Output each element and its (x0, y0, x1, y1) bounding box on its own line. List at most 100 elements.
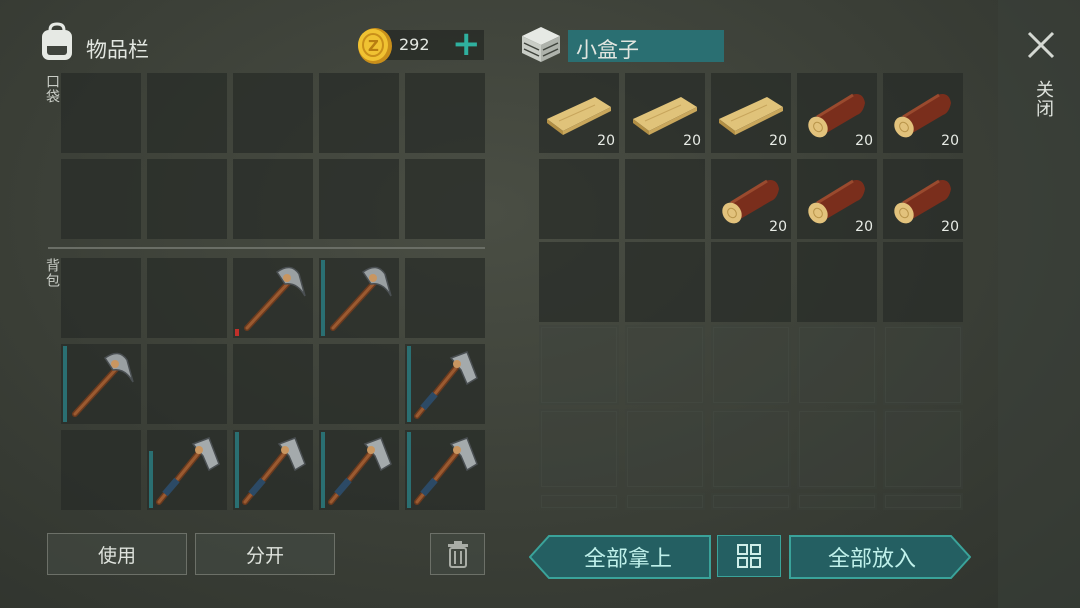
stack-count: 20 (855, 133, 873, 149)
take-all-button[interactable]: 全部拿上 (545, 535, 711, 579)
box-slot[interactable]: 20 (625, 73, 705, 153)
durability-bar (235, 329, 239, 336)
axe-icon (328, 437, 392, 505)
backpack-slot[interactable] (405, 344, 485, 424)
sort-button[interactable] (717, 535, 781, 577)
pocket-slot[interactable] (319, 159, 399, 239)
stack-count: 20 (941, 219, 959, 235)
box-slot[interactable]: 20 (797, 159, 877, 239)
coin-icon: Z (358, 28, 392, 64)
backpack-slot[interactable] (405, 430, 485, 510)
durability-bar (407, 346, 411, 422)
box-slot[interactable] (797, 242, 877, 322)
locked-slot (625, 409, 705, 489)
trash-icon (447, 541, 468, 568)
backpack-label: 背包 (44, 258, 60, 288)
inventory-title: 物品栏 (86, 38, 149, 62)
box-slot[interactable] (625, 159, 705, 239)
close-icon[interactable] (1027, 31, 1055, 59)
pocket-slot[interactable] (405, 159, 485, 239)
pocket-slot[interactable] (405, 73, 485, 153)
box-title-text: 小盒子 (576, 38, 639, 62)
durability-bar (63, 346, 67, 422)
box-slot[interactable]: 20 (711, 73, 791, 153)
locked-slot (883, 493, 963, 510)
box-slot[interactable]: 20 (539, 73, 619, 153)
locked-slot (539, 493, 619, 510)
axe-icon (414, 351, 478, 419)
stack-count: 20 (769, 133, 787, 149)
box-slot[interactable] (539, 242, 619, 322)
durability-bar (321, 432, 325, 508)
backpack-slot[interactable] (61, 344, 141, 424)
section-divider (48, 247, 485, 249)
put-all-button[interactable]: 全部放入 (789, 535, 955, 579)
locked-slot (625, 325, 705, 405)
axe-icon (156, 437, 220, 505)
backpack-slot[interactable] (147, 344, 227, 424)
backpack-slot[interactable] (61, 430, 141, 510)
pocket-label: 口袋 (44, 74, 60, 104)
svg-text:Z: Z (368, 37, 379, 55)
locked-slot (625, 493, 705, 510)
close-label[interactable]: 关闭 (1030, 80, 1056, 118)
durability-bar (149, 451, 153, 508)
stack-count: 20 (855, 219, 873, 235)
durability-bar (407, 432, 411, 508)
locked-slot (711, 325, 791, 405)
durability-bar (235, 432, 239, 508)
sort-icon (737, 544, 761, 568)
pocket-slot[interactable] (61, 73, 141, 153)
box-slot[interactable]: 20 (883, 73, 963, 153)
box-slot[interactable] (539, 159, 619, 239)
axe-icon (414, 437, 478, 505)
backpack-slot[interactable] (405, 258, 485, 338)
locked-slot (883, 409, 963, 489)
axe-icon (242, 437, 306, 505)
durability-bar (321, 260, 325, 336)
pocket-slot[interactable] (61, 159, 141, 239)
locked-slot (539, 409, 619, 489)
pocket-slot[interactable] (319, 73, 399, 153)
locked-slot (883, 325, 963, 405)
box-slot[interactable]: 20 (797, 73, 877, 153)
stack-count: 20 (597, 133, 615, 149)
pickaxe-icon (244, 266, 306, 331)
split-button[interactable]: 分开 (195, 533, 335, 575)
locked-slot (711, 493, 791, 510)
coin-amount: 292 (399, 35, 430, 54)
add-coins-icon[interactable]: + (452, 27, 481, 61)
backpack-slot[interactable] (319, 258, 399, 338)
locked-slot (539, 325, 619, 405)
pocket-slot[interactable] (233, 73, 313, 153)
box-slot[interactable]: 20 (883, 159, 963, 239)
backpack-slot[interactable] (147, 258, 227, 338)
backpack-icon (42, 22, 72, 60)
backpack-slot[interactable] (233, 430, 313, 510)
trash-button[interactable] (430, 533, 485, 575)
pocket-slot[interactable] (147, 159, 227, 239)
box-slot[interactable]: 20 (711, 159, 791, 239)
stack-count: 20 (941, 133, 959, 149)
box-slot[interactable] (625, 242, 705, 322)
backpack-slot[interactable] (147, 430, 227, 510)
backpack-slot[interactable] (233, 344, 313, 424)
backpack-slot[interactable] (319, 344, 399, 424)
locked-slot (797, 493, 877, 510)
locked-slot (797, 409, 877, 489)
locked-slot (797, 325, 877, 405)
backpack-slot[interactable] (61, 258, 141, 338)
backpack-slot[interactable] (233, 258, 313, 338)
backpack-slot[interactable] (319, 430, 399, 510)
pocket-slot[interactable] (233, 159, 313, 239)
pickaxe-icon (72, 352, 134, 417)
stack-count: 20 (683, 133, 701, 149)
stack-count: 20 (769, 219, 787, 235)
use-button[interactable]: 使用 (47, 533, 187, 575)
locked-slot (711, 409, 791, 489)
box-slot[interactable] (883, 242, 963, 322)
pocket-slot[interactable] (147, 73, 227, 153)
box-icon (522, 27, 560, 62)
pickaxe-icon (330, 266, 392, 331)
box-slot[interactable] (711, 242, 791, 322)
